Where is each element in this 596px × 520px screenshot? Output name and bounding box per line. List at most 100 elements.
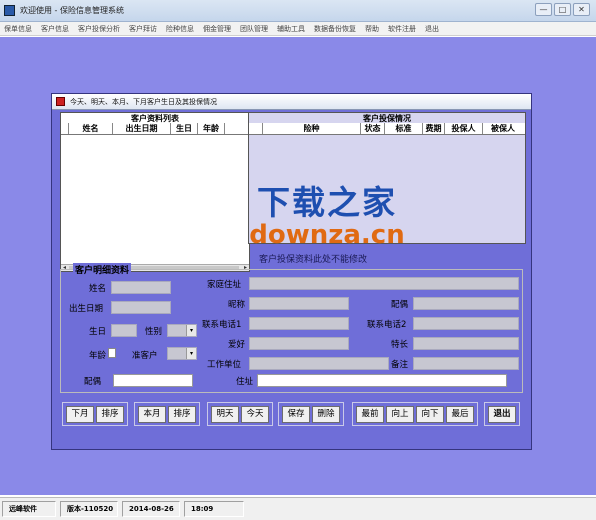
specialty-label: 特长	[391, 340, 409, 350]
edit-group: 保存 删除	[278, 402, 344, 426]
policy-row-selector	[249, 123, 263, 134]
customer-list-header: 姓名 出生日期 生日 年龄	[61, 123, 249, 135]
app-icon	[4, 5, 15, 16]
phone1-label: 联系电话1	[202, 320, 242, 330]
tomorrow-button[interactable]: 明天	[211, 406, 239, 423]
status-company: 远峰软件	[2, 501, 56, 517]
sort-this-month-button[interactable]: 排序	[168, 406, 196, 423]
col-extra	[225, 123, 249, 134]
status-time: 18:09	[184, 501, 244, 517]
spouse-field[interactable]	[113, 374, 193, 387]
birthday-dialog: 今天、明天、本月、下月客户生日及其投保情况 客户资料列表 姓名 出生日期 生日 …	[51, 93, 532, 450]
spouse-right-label: 配偶	[391, 300, 409, 310]
home-address-label: 家庭住址	[207, 280, 242, 290]
home-address-field[interactable]	[249, 277, 519, 290]
address-label: 住址	[236, 377, 254, 387]
next-month-button[interactable]: 下月	[66, 406, 94, 423]
gender-label: 性别	[145, 327, 163, 337]
age-label: 年龄	[89, 351, 107, 361]
today-button[interactable]: 今天	[241, 406, 269, 423]
previous-record-button[interactable]: 向上	[386, 406, 414, 423]
status-version: 版本-110520	[60, 501, 118, 517]
phone1-field[interactable]	[249, 317, 349, 330]
menu-team[interactable]: 团队管理	[240, 22, 268, 35]
status-bar: 远峰软件 版本-110520 2014-08-26 18:09	[0, 497, 596, 520]
age-field[interactable]	[108, 348, 116, 358]
birthdate-field[interactable]	[111, 301, 171, 314]
menu-customer[interactable]: 客户信息	[41, 22, 69, 35]
app-titlebar: 欢迎使用 - 保险信息管理系统 — □ ✕	[0, 0, 596, 22]
name-label: 姓名	[89, 284, 107, 294]
menu-insurance-type[interactable]: 险种信息	[166, 22, 194, 35]
remark-label: 备注	[391, 360, 409, 370]
detail-title: 客户明细资料	[73, 263, 132, 276]
menu-bar: 保单信息 客户信息 客户投保分析 客户拜访 险种信息 佣金管理 团队管理 辅助工…	[0, 22, 596, 36]
menu-tools[interactable]: 辅助工具	[277, 22, 305, 35]
menu-policy[interactable]: 保单信息	[4, 22, 32, 35]
policy-list-header: 险种 状态 标准 费期 投保人 被保人	[249, 123, 525, 135]
day-group: 明天 今天	[207, 402, 273, 426]
nickname-field[interactable]	[249, 297, 349, 310]
this-month-button[interactable]: 本月	[138, 406, 166, 423]
next-record-button[interactable]: 向下	[416, 406, 444, 423]
status-date: 2014-08-26	[122, 501, 180, 517]
menu-backup[interactable]: 数据备份恢复	[314, 22, 356, 35]
birthday-label: 生日	[89, 327, 107, 337]
col-birthday[interactable]: 生日	[171, 123, 198, 134]
menu-analysis[interactable]: 客户投保分析	[78, 22, 120, 35]
hobby-field[interactable]	[249, 337, 349, 350]
prospect-select[interactable]: ▾	[167, 347, 197, 360]
hobby-label: 爱好	[228, 340, 246, 350]
maximize-button[interactable]: □	[554, 3, 571, 16]
col-standard[interactable]: 标准	[385, 123, 423, 134]
col-age[interactable]: 年龄	[198, 123, 225, 134]
nickname-label: 昵称	[228, 300, 246, 310]
col-insurance-type[interactable]: 险种	[263, 123, 361, 134]
dialog-title: 今天、明天、本月、下月客户生日及其投保情况	[70, 98, 217, 106]
minimize-button[interactable]: —	[535, 3, 552, 16]
row-selector-header	[61, 123, 69, 134]
chevron-down-icon[interactable]: ▾	[186, 325, 196, 336]
close-button[interactable]: ✕	[573, 3, 590, 16]
spouse-right-field[interactable]	[413, 297, 519, 310]
menu-help[interactable]: 帮助	[365, 22, 379, 35]
birthdate-label: 出生日期	[69, 304, 104, 314]
col-fee-period[interactable]: 费期	[423, 123, 445, 134]
app-title: 欢迎使用 - 保险信息管理系统	[20, 6, 124, 15]
col-status[interactable]: 状态	[361, 123, 385, 134]
gender-select[interactable]: ▾	[167, 324, 197, 337]
prospect-label: 准客户	[132, 351, 158, 361]
sort-next-month-button[interactable]: 排序	[96, 406, 124, 423]
exit-button[interactable]: 退出	[488, 406, 516, 423]
remark-field[interactable]	[413, 357, 519, 370]
dialog-titlebar: 今天、明天、本月、下月客户生日及其投保情况	[52, 94, 531, 110]
delete-button[interactable]: 删除	[312, 406, 340, 423]
specialty-field[interactable]	[413, 337, 519, 350]
workplace-field[interactable]	[249, 357, 389, 370]
customer-detail-group: 客户明细资料 姓名 出生日期 生日 性别 ▾ 年龄 准客户 ▾ 配偶 家庭住址 …	[60, 263, 523, 393]
menu-commission[interactable]: 佣金管理	[203, 22, 231, 35]
spouse-label: 配偶	[84, 377, 102, 387]
address-field[interactable]	[257, 374, 507, 387]
birthday-field[interactable]	[111, 324, 137, 337]
phone2-field[interactable]	[413, 317, 519, 330]
col-insured[interactable]: 被保人	[483, 123, 523, 134]
col-policyholder[interactable]: 投保人	[445, 123, 483, 134]
name-field[interactable]	[111, 281, 171, 294]
dialog-icon	[56, 97, 65, 106]
customer-list-panel[interactable]: 客户资料列表 姓名 出生日期 生日 年龄 ◂ ▸	[60, 112, 250, 272]
chevron-down-icon[interactable]: ▾	[186, 348, 196, 359]
menu-register[interactable]: 软件注册	[388, 22, 416, 35]
save-button[interactable]: 保存	[282, 406, 310, 423]
first-record-button[interactable]: 最前	[356, 406, 384, 423]
navigation-group: 最前 向上 向下 最后	[352, 402, 478, 426]
phone2-label: 联系电话2	[367, 320, 407, 330]
menu-exit[interactable]: 退出	[425, 22, 439, 35]
this-month-group: 本月 排序	[134, 402, 200, 426]
policy-list-panel[interactable]: 客户投保情况 险种 状态 标准 费期 投保人 被保人	[248, 112, 526, 244]
col-name[interactable]: 姓名	[69, 123, 113, 134]
col-birthdate[interactable]: 出生日期	[113, 123, 171, 134]
workplace-label: 工作单位	[207, 360, 242, 370]
last-record-button[interactable]: 最后	[446, 406, 474, 423]
menu-visit[interactable]: 客户拜访	[129, 22, 157, 35]
